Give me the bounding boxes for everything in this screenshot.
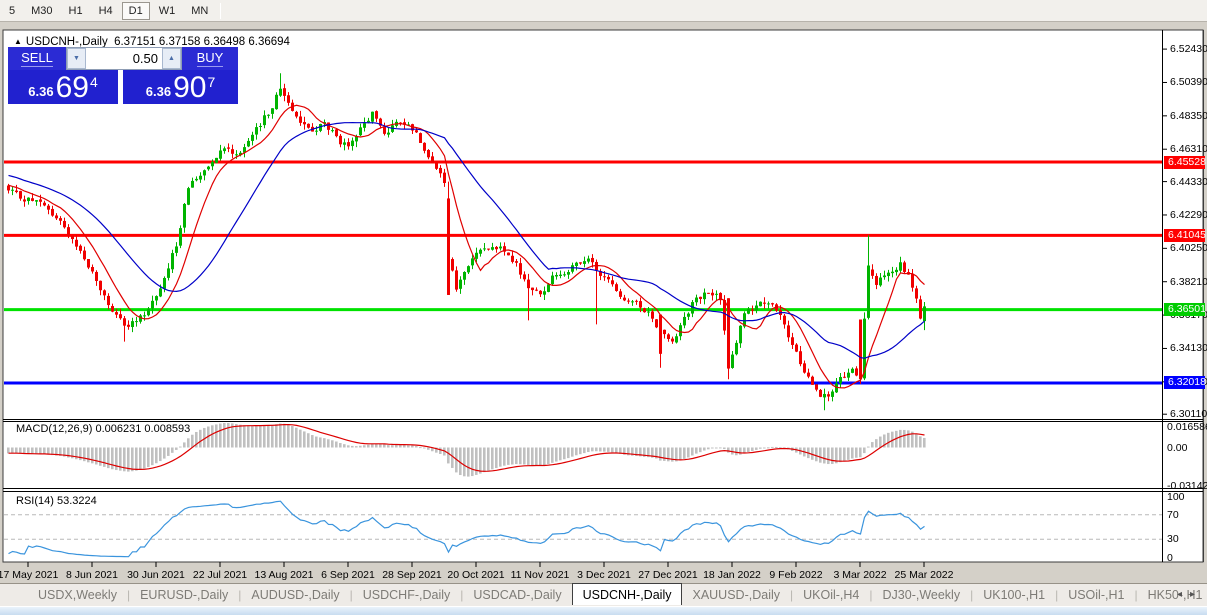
price-tick-label: 6.52430 [1170,43,1207,56]
date-tick-label: 20 Oct 2021 [447,569,505,581]
price-line-tag: 6.41045 [1164,228,1206,242]
sell-button-label: SELL [21,50,53,67]
date-tick-label: 11 Nov 2021 [510,569,570,581]
tab-usdcnh-daily[interactable]: USDCNH-,Daily [571,583,683,605]
tab-ukoil-h4[interactable]: UKOil-,H4 [793,585,869,605]
price-line-tag: 6.32018 [1164,376,1206,390]
date-tick-label: 3 Mar 2022 [833,569,887,581]
macd-tick-label: 0.016586 [1167,420,1207,433]
rsi-tick-label: 0 [1167,551,1173,564]
date-tick-label: 18 Jan 2022 [703,569,761,581]
sell-price-prefix: 6.36 [28,84,54,99]
tab-dj30-weekly[interactable]: DJ30-,Weekly [873,585,971,605]
price-tick-label: 6.50390 [1170,76,1207,89]
volume-input[interactable]: 0.50 [86,48,162,69]
price-tick-label: 6.30110 [1170,408,1207,421]
macd-label: MACD(12,26,9) 0.006231 0.008593 [16,423,191,435]
date-tick-label: 22 Jul 2021 [192,569,248,581]
tab-eurusd-daily[interactable]: EURUSD-,Daily [130,585,238,605]
buy-button-label: BUY [196,50,224,67]
price-tick-label: 6.38210 [1170,275,1207,288]
buy-button[interactable]: BUY [182,47,238,70]
sell-price-big: 69 [55,71,89,104]
buy-price-sup: 7 [207,74,216,90]
sell-price-sup: 4 [89,74,98,90]
price-tick-label: 6.46310 [1170,143,1207,156]
collapse-triangle-icon[interactable]: ▲ [14,37,22,46]
date-tick-label: 25 Mar 2022 [894,569,954,581]
price-tick-label: 6.42290 [1170,208,1207,221]
buy-price-prefix: 6.36 [145,84,172,99]
rsi-tick-label: 70 [1167,508,1179,521]
price-tick-label: 6.34130 [1170,342,1207,355]
price-line-tag: 6.36501 [1164,303,1206,317]
date-tick-label: 17 May 2021 [0,569,59,581]
price-line-tag: 6.45528 [1164,155,1206,169]
date-tick-label: 3 Dec 2021 [577,569,631,581]
date-tick-label: 27 Dec 2021 [638,569,698,581]
rsi-tick-label: 100 [1167,490,1185,503]
rsi-tick-label: 30 [1167,533,1179,546]
status-bar-strip [0,606,1207,615]
date-tick-label: 6 Sep 2021 [321,569,375,581]
tab-usoil-h1[interactable]: USOil-,H1 [1058,585,1134,605]
price-tick-label: 6.40250 [1170,242,1207,255]
tab-scroll-right-icon[interactable]: ▸ [1190,589,1203,600]
price-tick-label: 6.48350 [1170,109,1207,122]
tab-uk100-h1[interactable]: UK100-,H1 [973,585,1055,605]
one-click-trade-panel: SELL ▼ 0.50 ▲ BUY 6.36 69 4 6.36 90 7 [8,47,238,104]
tab-scroll-left-icon[interactable]: ◂ [1177,589,1190,600]
sell-button[interactable]: SELL [8,47,66,70]
date-tick-label: 8 Jun 2021 [66,569,118,581]
tab-usdchf-daily[interactable]: USDCHF-,Daily [353,585,461,605]
tab-audusd-daily[interactable]: AUDUSD-,Daily [241,585,349,605]
date-tick-label: 30 Jun 2021 [127,569,185,581]
macd-tick-label: 0.00 [1167,441,1188,454]
chart-tab-bar: USDX,Weekly | EURUSD-,Daily | AUDUSD-,Daily |… [0,583,1207,606]
buy-price-big: 90 [173,71,207,104]
tab-xauusd-daily[interactable]: XAUUSD-,Daily [682,585,790,605]
buy-price-box[interactable]: 6.36 90 7 [123,70,238,104]
sell-price-box[interactable]: 6.36 69 4 [8,70,118,104]
tab-scroll-arrows[interactable]: ◂▸ [1177,589,1203,600]
price-tick-label: 6.44330 [1170,175,1207,188]
rsi-label: RSI(14) 53.3224 [16,495,97,507]
volume-increase-button[interactable]: ▲ [162,48,181,69]
date-tick-label: 13 Aug 2021 [254,569,314,581]
tab-usdx-weekly[interactable]: USDX,Weekly [28,585,127,605]
volume-stepper: ▼ 0.50 ▲ [66,47,182,70]
volume-decrease-button[interactable]: ▼ [67,48,86,69]
date-tick-label: 9 Feb 2022 [769,569,823,581]
date-tick-label: 28 Sep 2021 [382,569,442,581]
tab-usdcad-daily[interactable]: USDCAD-,Daily [463,585,571,605]
